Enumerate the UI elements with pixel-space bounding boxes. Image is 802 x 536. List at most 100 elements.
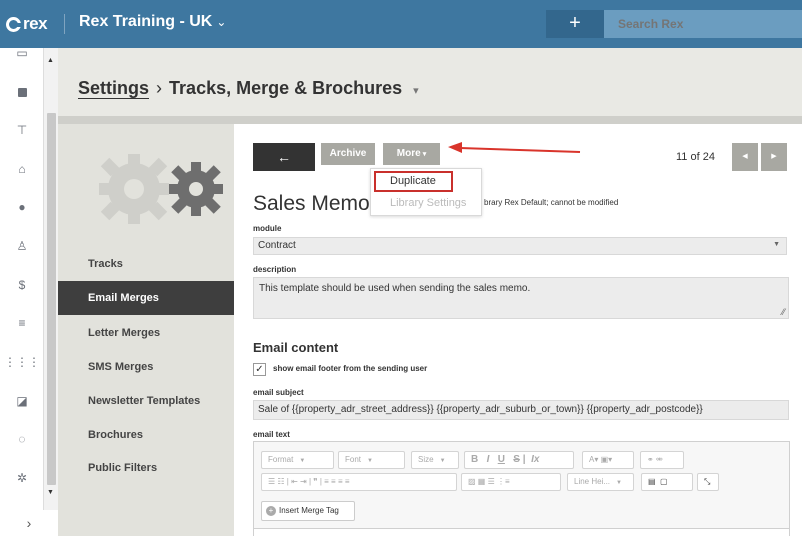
chart-icon[interactable]: [0, 82, 44, 104]
sidebar-scroll-thumb[interactable]: [47, 113, 56, 485]
caret-down-icon: ▼: [439, 458, 446, 464]
gear-icon[interactable]: ✲: [0, 467, 44, 489]
background-color-icon[interactable]: ▣▾: [601, 455, 613, 464]
document-group: ▤ ▢: [641, 473, 693, 491]
nav-item-email-merges[interactable]: Email Merges: [58, 281, 234, 315]
expand-sidebar-button[interactable]: ›: [0, 510, 58, 536]
arrow-left-icon: ←: [277, 149, 291, 165]
nav-item-brochures[interactable]: Brochures: [58, 418, 234, 452]
link-group: ⚭ ⚮: [640, 451, 684, 469]
logo-mark-icon: [6, 16, 22, 32]
logo-text: rex: [23, 14, 48, 33]
back-button[interactable]: ←: [253, 143, 315, 171]
email-footer-label: show email footer from the sending user: [273, 364, 428, 373]
account-switcher[interactable]: Rex Training - UK ⌄: [79, 13, 226, 31]
horizontal-rule-icon[interactable]: ☰: [488, 477, 495, 486]
calendar-icon[interactable]: ▭: [0, 42, 44, 64]
table-icon[interactable]: ▦: [478, 477, 486, 486]
caret-down-icon: ▼: [616, 480, 622, 486]
record-pager: 11 of 24: [676, 151, 715, 163]
special-char-icon[interactable]: ⋮≡: [497, 477, 510, 486]
format-label: Format: [268, 455, 294, 464]
strikethrough-button[interactable]: S: [513, 454, 520, 465]
breadcrumb-current[interactable]: Tracks, Merge & Brochures: [169, 78, 402, 98]
caret-down-icon: ▼: [299, 458, 306, 464]
align-center-icon[interactable]: ≡: [331, 477, 336, 486]
add-button[interactable]: +: [546, 10, 604, 38]
nav-item-sms-merges[interactable]: SMS Merges: [58, 350, 234, 384]
menu-item-duplicate[interactable]: Duplicate: [374, 171, 453, 192]
nav-item-letter-merges[interactable]: Letter Merges: [58, 316, 234, 350]
remove-format-icon[interactable]: Ix: [531, 454, 539, 465]
header-divider: [58, 116, 802, 124]
nav-item-newsletter-templates[interactable]: Newsletter Templates: [58, 384, 234, 418]
size-dropdown[interactable]: Size ▼: [411, 451, 459, 469]
nav-item-tracks[interactable]: Tracks: [58, 247, 234, 281]
caret-right-icon: ▶: [771, 153, 777, 160]
description-textarea[interactable]: This template should be used when sendin…: [253, 277, 789, 319]
map-icon[interactable]: ◪: [0, 390, 44, 412]
previous-record-button[interactable]: ◀: [732, 143, 758, 171]
scroll-down-icon[interactable]: ▼: [47, 489, 54, 496]
bullet-list-icon[interactable]: ☷: [277, 477, 284, 486]
caret-down-icon: ▾: [422, 151, 427, 158]
unlink-icon[interactable]: ⚮: [656, 455, 663, 464]
chevron-down-icon: ⌄: [216, 15, 227, 29]
nav-item-public-filters[interactable]: Public Filters: [58, 451, 234, 485]
dollar-icon[interactable]: $: [0, 274, 44, 296]
underline-button[interactable]: U: [498, 454, 505, 465]
more-menu: Duplicate Library Settings: [370, 168, 482, 216]
email-subject-label: email subject: [253, 388, 304, 397]
outdent-icon[interactable]: ⇤: [291, 477, 298, 486]
module-label: module: [253, 224, 282, 233]
editor-body[interactable]: [254, 528, 789, 536]
text-color-icon[interactable]: A▾: [589, 455, 598, 464]
email-subject-field[interactable]: Sale of {{property_adr_street_address}} …: [253, 400, 789, 420]
breadcrumb-settings[interactable]: Settings: [78, 78, 150, 99]
blockquote-icon[interactable]: ❞: [313, 477, 317, 486]
settings-nav: Tracks Email Merges Letter Merges SMS Me…: [58, 124, 234, 536]
preview-icon[interactable]: ▢: [660, 477, 668, 486]
align-right-icon[interactable]: ≡: [338, 477, 343, 486]
numbered-list-icon[interactable]: ☰: [268, 477, 275, 486]
line-height-label: Line Hei...: [574, 477, 611, 486]
signpost-icon[interactable]: ⊤: [0, 119, 44, 141]
image-icon[interactable]: ▨: [468, 477, 476, 486]
font-dropdown[interactable]: Font ▼: [338, 451, 405, 469]
search-input[interactable]: [604, 10, 802, 38]
italic-button[interactable]: I: [487, 454, 490, 465]
archive-button[interactable]: Archive: [321, 143, 375, 165]
indent-icon[interactable]: ⇥: [300, 477, 307, 486]
rex-logo[interactable]: rex: [6, 14, 48, 34]
justify-icon[interactable]: ≡: [345, 477, 350, 486]
record-panel: ← Archive More ▾ 11 of 24 ◀ ▶ Duplicate L…: [234, 124, 802, 536]
resize-grip-icon[interactable]: ⁄⁄: [782, 307, 785, 317]
module-select[interactable]: Contract ▼: [253, 237, 787, 255]
templates-icon[interactable]: ▤: [648, 477, 656, 486]
top-bar: rex Rex Training - UK ⌄ +: [0, 0, 802, 48]
next-record-button[interactable]: ▶: [761, 143, 787, 171]
house-icon[interactable]: ⌂: [0, 158, 44, 180]
scroll-up-icon[interactable]: ▲: [47, 57, 54, 64]
refresh-icon[interactable]: ◌: [0, 428, 44, 450]
insert-group: ▨ ▦ ☰ ⋮≡: [461, 473, 561, 491]
grid-icon[interactable]: ⋮⋮⋮: [0, 351, 44, 373]
email-content-heading: Email content: [253, 340, 339, 355]
size-label: Size: [418, 455, 434, 464]
maximize-icon[interactable]: ⤡: [697, 473, 719, 491]
more-button[interactable]: More ▾: [383, 143, 440, 165]
list-icon[interactable]: ≡: [0, 312, 44, 334]
align-left-icon[interactable]: ≡: [324, 477, 329, 486]
line-height-dropdown[interactable]: Line Hei... ▼: [567, 473, 634, 491]
bold-button[interactable]: B: [471, 454, 478, 465]
link-icon[interactable]: ⚭: [647, 455, 654, 464]
insert-merge-tag-button[interactable]: + Insert Merge Tag: [261, 501, 355, 521]
chevron-down-icon[interactable]: ▾: [413, 85, 419, 97]
format-dropdown[interactable]: Format ▼: [261, 451, 334, 469]
person-icon[interactable]: ●: [0, 196, 44, 218]
contacts-icon[interactable]: ♙: [0, 235, 44, 257]
rich-text-editor: Format ▼ Font ▼ Size ▼ B I U S | Ix A▾ ▣▾ ⚭…: [253, 441, 790, 536]
annotation-arrow-icon: [448, 142, 581, 153]
color-group: A▾ ▣▾: [582, 451, 634, 469]
email-footer-checkbox[interactable]: ✓: [253, 363, 266, 376]
